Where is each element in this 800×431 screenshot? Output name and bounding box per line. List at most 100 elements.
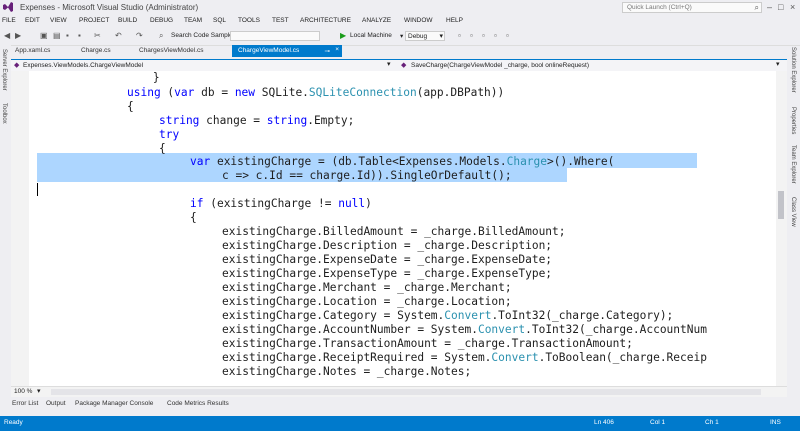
solution-explorer-tab[interactable]: Solution Explorer [790,47,796,93]
tab-charge-view-model-cs[interactable]: ChargeViewModel.cs ⊸ × [232,45,342,57]
code-line: existingCharge.BilledAmount = _charge.Bi… [222,225,566,238]
menu-view[interactable]: VIEW [50,17,67,24]
vertical-scrollbar[interactable] [776,71,787,386]
close-icon[interactable]: × [790,2,795,12]
code-line: var existingCharge = (db.Table<Expenses.… [190,155,615,168]
code-line: existingCharge.ReceiptRequired = System.… [222,351,707,364]
forward-icon[interactable]: ▶ [15,31,21,40]
back-icon[interactable]: ◀ [4,31,10,40]
indent-icon[interactable]: ▫ [494,31,497,40]
search-icon: ⌕ [754,3,759,12]
menu-debug[interactable]: DEBUG [150,17,173,24]
method-icon: ◆ [401,62,407,69]
menu-sql[interactable]: SQL [213,17,226,24]
type-dropdown[interactable]: Expenses.ViewModels.ChargeViewModel [23,62,143,69]
run-target-dropdown[interactable]: Local Machine [350,32,392,39]
toolbox-tab[interactable]: Toolbox [1,103,7,124]
menu-edit[interactable]: EDIT [25,17,40,24]
server-explorer-tab[interactable]: Server Explorer [1,49,7,91]
menu-architecture[interactable]: ARCHITECTURE [300,17,351,24]
pin-icon[interactable]: ⊸ [325,47,330,55]
undo-icon[interactable]: ↶ [115,31,122,40]
code-line: string change = string.Empty; [159,114,355,127]
code-line: } [99,71,160,84]
tab-charges-view-model-cs[interactable]: ChargesViewModel.cs [139,47,204,54]
open-icon[interactable]: ▤ [53,31,61,40]
menu-file[interactable]: FILE [2,17,16,24]
chevron-down-icon[interactable]: ▾ [37,387,41,395]
visual-studio-logo-icon [3,2,13,12]
menu-window[interactable]: WINDOW [404,17,433,24]
member-dropdown[interactable]: SaveCharge(ChargeViewModel _charge, bool… [411,62,589,69]
menu-team[interactable]: TEAM [184,17,202,24]
tab-output[interactable]: Output [46,400,66,407]
tool-window-tabs: Error List Output Package Manager Consol… [0,397,800,410]
horizontal-scrollbar[interactable] [51,389,761,395]
window-title: Expenses - Microsoft Visual Studio (Admi… [20,3,199,12]
tab-code-metrics-results[interactable]: Code Metrics Results [167,400,229,407]
chevron-down-icon[interactable]: ▾ [400,32,403,40]
maximize-icon[interactable]: □ [778,2,783,12]
status-line: Ln 406 [594,419,614,426]
start-debugging-icon[interactable]: ▶ [340,31,346,40]
code-line: existingCharge.ExpenseDate = _charge.Exp… [222,253,553,266]
code-line: { [190,211,197,224]
code-editor[interactable]: } using (var db = new SQLite.SQLiteConne… [11,71,776,386]
status-column: Col 1 [650,419,666,426]
left-tool-strip: Server Explorer Toolbox [0,45,11,397]
toolbar: ◀ ▶ ▣ ▤ ▪ ▪ ✂ ↶ ↷ ⌕ Search Code Samples:… [0,27,800,46]
menu-project[interactable]: PROJECT [79,17,109,24]
status-bar: Ready Ln 406 Col 1 Ch 1 INS [0,416,800,431]
code-line: existingCharge.Description = _charge.Des… [222,239,553,252]
tab-error-list[interactable]: Error List [12,400,38,407]
scrollbar-thumb[interactable] [778,191,784,219]
comment-icon[interactable]: ▫ [470,31,473,40]
bookmark-icon[interactable]: ▫ [482,31,485,40]
editor-margin [11,71,29,386]
zoom-dropdown[interactable]: 100 % [14,388,32,395]
new-project-icon[interactable]: ▣ [40,31,48,40]
tab-charge-cs[interactable]: Charge.cs [81,47,111,54]
code-line: existingCharge.Merchant = _charge.Mercha… [222,281,512,294]
menu-help[interactable]: HELP [446,17,463,24]
quick-launch-input[interactable]: Quick Launch (Ctrl+Q) ⌕ [622,2,762,13]
search-code-samples-label: Search Code Samples: [171,32,238,39]
code-line: existingCharge.ExpenseType = _charge.Exp… [222,267,553,280]
save-all-icon[interactable]: ▪ [78,31,81,40]
chevron-down-icon[interactable]: ▾ [387,60,391,68]
title-bar: Expenses - Microsoft Visual Studio (Admi… [0,0,800,16]
properties-tab[interactable]: Properties [790,107,796,134]
code-line: existingCharge.Location = _charge.Locati… [222,295,512,308]
step-icon[interactable]: ▫ [458,31,461,40]
text-caret [37,183,38,196]
code-line: using (var db = new SQLite.SQLiteConnect… [127,86,505,99]
menu-build[interactable]: BUILD [118,17,137,24]
minimize-icon[interactable]: – [767,2,772,12]
team-explorer-tab[interactable]: Team Explorer [790,145,796,184]
cut-icon[interactable]: ✂ [94,31,101,40]
tab-app-xaml-cs[interactable]: App.xaml.cs [15,47,50,54]
menu-test[interactable]: TEST [272,17,289,24]
configuration-dropdown[interactable]: Debug ▾ [405,31,445,41]
menu-analyze[interactable]: ANALYZE [362,17,391,24]
menu-tools[interactable]: TOOLS [238,17,260,24]
chevron-down-icon: ▾ [439,33,443,40]
chevron-down-icon[interactable]: ▾ [776,60,780,68]
tab-package-manager-console[interactable]: Package Manager Console [75,400,153,407]
code-line: existingCharge.AccountNumber = System.Co… [222,323,707,336]
close-icon[interactable]: × [335,46,339,53]
code-line: try [159,128,180,141]
search-code-samples-input[interactable] [230,31,320,41]
code-line: { [127,100,134,113]
right-tool-strip: Solution Explorer Properties Team Explor… [787,45,800,397]
redo-icon[interactable]: ↷ [136,31,143,40]
save-icon[interactable]: ▪ [66,31,69,40]
class-view-tab[interactable]: Class View [790,197,796,227]
status-insert-mode: INS [770,419,781,426]
outdent-icon[interactable]: ▫ [506,31,509,40]
class-icon: ◆ [14,62,20,69]
document-tabs: App.xaml.cs Charge.cs ChargesViewModel.c… [11,45,787,61]
code-line: existingCharge.TransactionAmount = _char… [222,337,633,350]
horizontal-scrollbar-row: 100 % ▾ [11,386,787,397]
status-ready: Ready [4,419,23,426]
